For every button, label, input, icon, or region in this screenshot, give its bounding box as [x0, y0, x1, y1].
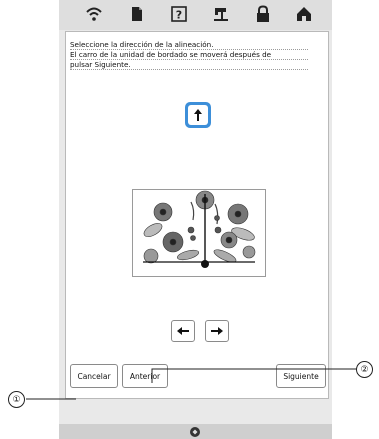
align-right-button[interactable] [205, 320, 229, 342]
sewing-machine-icon[interactable] [212, 5, 230, 23]
bottom-bar [59, 424, 332, 439]
svg-text:?: ? [176, 9, 182, 22]
align-up-button-face [188, 105, 208, 125]
status-icon [190, 427, 200, 437]
instruction-text: Seleccione la dirección de la alineación… [70, 40, 308, 70]
home-icon[interactable] [295, 5, 313, 23]
cancel-button[interactable]: Cancelar [70, 364, 118, 388]
callout-number-1: ① [8, 391, 25, 408]
left-arrow-icon [177, 327, 189, 335]
align-up-button[interactable] [185, 102, 211, 128]
up-arrow-icon [194, 109, 202, 121]
lock-icon[interactable] [254, 5, 272, 23]
callout-number-2: ② [356, 361, 373, 378]
instruction-line-3: pulsar Siguiente. [70, 60, 308, 70]
help-icon[interactable]: ? [170, 5, 188, 23]
alignment-screen: Seleccione la dirección de la alineación… [65, 31, 329, 399]
callout-line-2 [151, 368, 356, 383]
align-left-button[interactable] [171, 320, 195, 342]
flower-design-image [143, 190, 256, 268]
instruction-line-1: Seleccione la dirección de la alineación… [70, 40, 308, 50]
right-arrow-icon [211, 327, 223, 335]
document-icon[interactable] [128, 5, 146, 23]
callout-line-1 [26, 398, 76, 400]
wifi-icon[interactable] [85, 5, 103, 23]
top-toolbar: ? [59, 0, 332, 30]
instruction-line-2: El carro de la unidad de bordado se move… [70, 50, 308, 60]
embroidery-preview [132, 189, 266, 277]
